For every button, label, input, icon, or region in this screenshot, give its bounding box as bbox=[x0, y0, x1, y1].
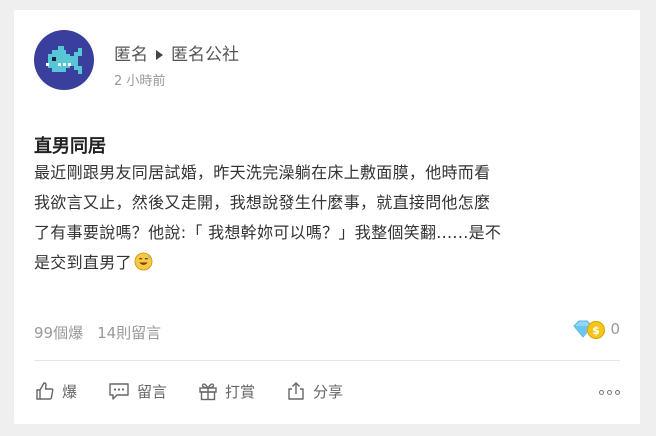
action-bar: 爆 留言 打賞 分享 bbox=[34, 380, 373, 402]
post-body-line: 是交到直男了 bbox=[34, 253, 132, 272]
like-count[interactable]: 99個爆 bbox=[34, 324, 83, 342]
post-stats: 99個爆 14則留言 bbox=[34, 322, 161, 343]
more-options-icon[interactable] bbox=[599, 382, 620, 402]
reward-badge[interactable]: $ 0 bbox=[572, 318, 620, 340]
board-name[interactable]: 匿名公社 bbox=[171, 45, 239, 65]
comment-label: 留言 bbox=[137, 382, 168, 401]
diamond-coin-icon: $ bbox=[573, 320, 606, 339]
post-body: 最近剛跟男友同居試婚，昨天洗完澡躺在床上敷面膜，他時而看 我欲言又止，然後又走開… bbox=[34, 158, 624, 278]
like-label: 爆 bbox=[62, 382, 78, 401]
comment-count[interactable]: 14則留言 bbox=[97, 324, 161, 342]
post-time: 2 小時前 bbox=[114, 74, 166, 89]
post-body-line: 我欲言又止，然後又走開，我想說發生什麼事，就直接問他怎麼 bbox=[34, 193, 491, 212]
post-body-line: 最近剛跟男友同居試婚，昨天洗完澡躺在床上敷面膜，他時而看 bbox=[34, 163, 491, 182]
like-button[interactable]: 爆 bbox=[34, 380, 77, 402]
comment-icon bbox=[109, 383, 129, 400]
thumbs-up-icon bbox=[36, 382, 54, 400]
author-name[interactable]: 匿名 bbox=[114, 45, 148, 65]
tip-label: 打賞 bbox=[225, 382, 256, 401]
fish-icon bbox=[46, 46, 82, 74]
sweat-smile-emoji-icon bbox=[134, 252, 153, 271]
dot bbox=[615, 389, 620, 395]
reward-count: 0 bbox=[610, 320, 620, 338]
share-label: 分享 bbox=[313, 382, 344, 401]
avatar[interactable] bbox=[34, 30, 94, 90]
divider bbox=[34, 360, 620, 361]
tip-button[interactable]: 打賞 bbox=[197, 380, 255, 402]
dot bbox=[599, 389, 604, 395]
post-body-line: 了有事要說嗎？他說:「 我想幹妳可以嗎？」我整個笑翻......是不 bbox=[34, 223, 502, 242]
post-title: 直男同居 bbox=[34, 136, 106, 157]
share-icon bbox=[288, 382, 304, 400]
caret-right-icon bbox=[156, 49, 163, 60]
svg-text:$: $ bbox=[593, 324, 601, 337]
post-card: 匿名 匿名公社 2 小時前 直男同居 最近剛跟男友同居試婚，昨天洗完澡躺在床上敷面… bbox=[14, 10, 640, 424]
comment-button[interactable]: 留言 bbox=[107, 380, 167, 402]
breadcrumb: 匿名 匿名公社 bbox=[114, 40, 239, 65]
dot bbox=[607, 389, 612, 395]
share-button[interactable]: 分享 bbox=[285, 380, 343, 402]
gift-icon bbox=[199, 383, 217, 401]
